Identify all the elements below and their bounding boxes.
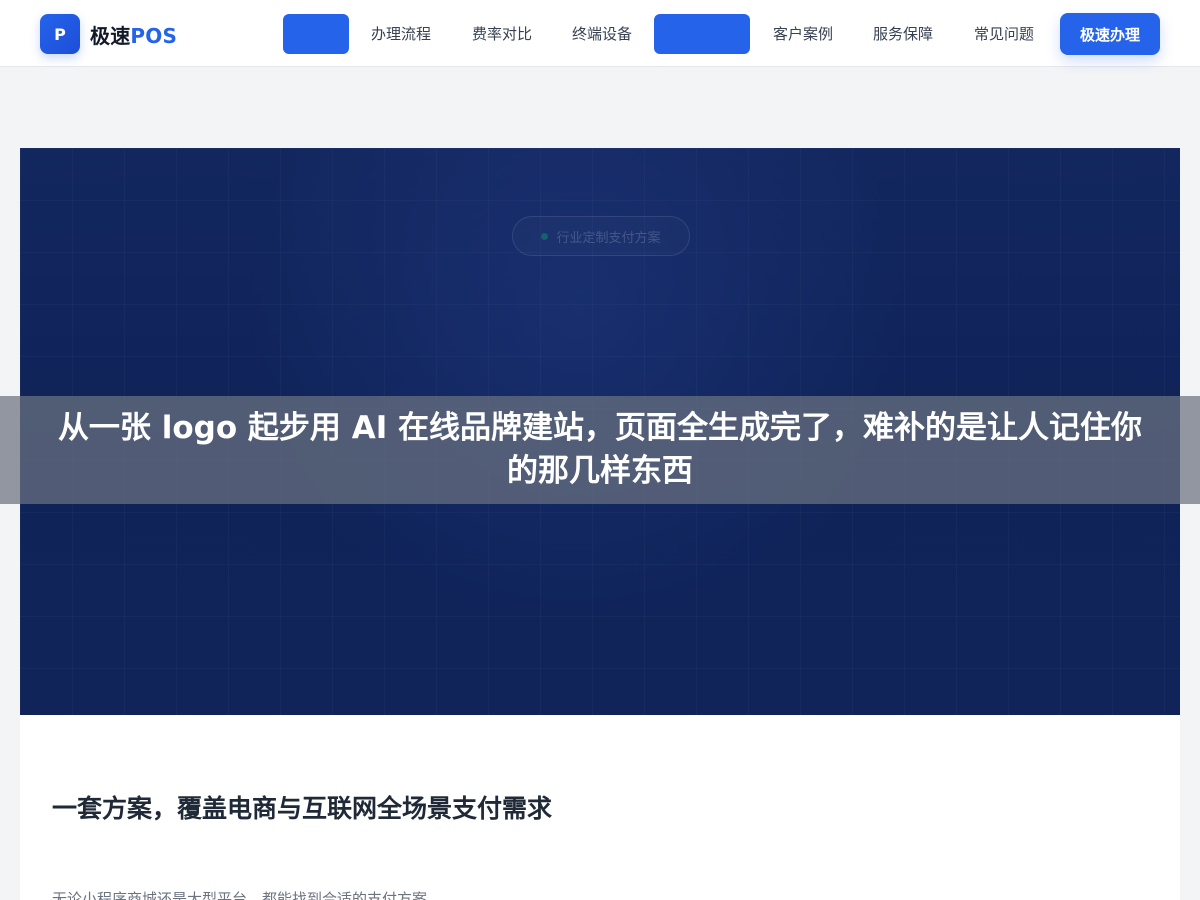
overlay-title-band: 从一张 logo 起步用 AI 在线品牌建站，页面全生成完了，难补的是让人记住你… xyxy=(0,396,1200,504)
quick-apply-button[interactable]: 极速办理 xyxy=(1060,13,1160,55)
nav-item-highlight-1[interactable] xyxy=(283,14,349,54)
overlay-title: 从一张 logo 起步用 AI 在线品牌建站，页面全生成完了，难补的是让人记住你… xyxy=(57,410,1143,489)
nav-item-customer-cases[interactable]: 客户案例 xyxy=(772,0,834,67)
nav-item-rate-comparison[interactable]: 费率对比 xyxy=(471,0,533,67)
section-subtitle: 无论小程序商城还是大型平台，都能找到合适的支付方案 xyxy=(52,890,428,900)
nav-item-process[interactable]: 办理流程 xyxy=(370,0,432,67)
status-dot-icon xyxy=(541,232,549,240)
hero-badge-label: 行业定制支付方案 xyxy=(556,230,661,246)
main-navigation: 办理流程 费率对比 终端设备 客户案例 服务保障 常见问题 极速办理 xyxy=(0,0,1200,67)
content-section: 一套方案，覆盖电商与互联网全场景支付需求 无论小程序商城还是大型平台，都能找到合… xyxy=(20,715,1180,900)
nav-item-highlight-2[interactable] xyxy=(654,14,750,54)
hero-badge: 行业定制支付方案 xyxy=(512,216,690,256)
nav-item-service-guarantee[interactable]: 服务保障 xyxy=(872,0,934,67)
top-header: P 极速POS 办理流程 费率对比 终端设备 客户案例 服务保障 常见问题 极速… xyxy=(0,0,1200,67)
nav-item-faq[interactable]: 常见问题 xyxy=(973,0,1035,67)
nav-item-terminal-devices[interactable]: 终端设备 xyxy=(571,0,633,67)
section-title: 一套方案，覆盖电商与互联网全场景支付需求 xyxy=(52,794,553,823)
